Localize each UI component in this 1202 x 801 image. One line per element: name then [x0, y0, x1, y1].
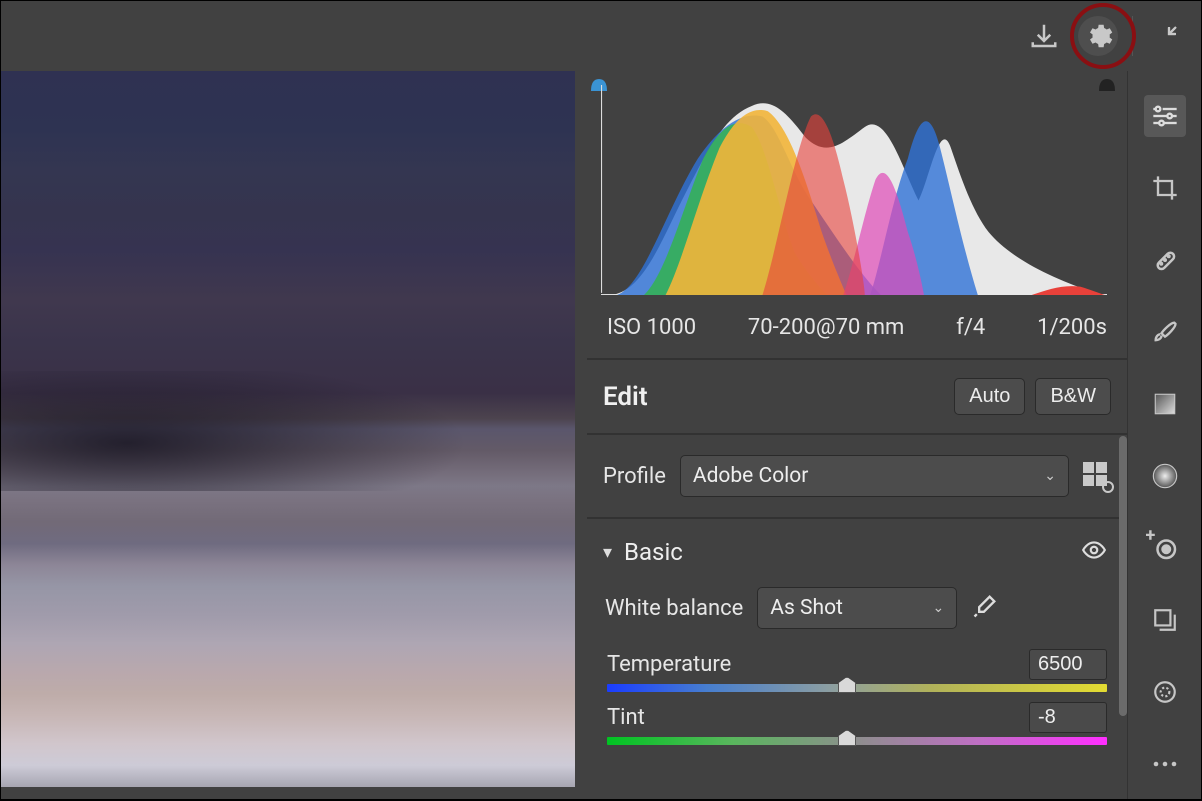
crop-tool-icon[interactable] [1144, 167, 1186, 209]
chevron-down-icon: ⌄ [933, 600, 945, 616]
tint-input[interactable] [1029, 702, 1107, 733]
basic-title: Basic [624, 538, 1069, 566]
profile-dropdown[interactable]: Adobe Color ⌄ [680, 455, 1069, 497]
snapshots-tool-icon[interactable] [1144, 671, 1186, 713]
meta-shutter: 1/200s [1037, 315, 1107, 340]
meta-iso: ISO 1000 [607, 315, 696, 340]
white-balance-label: White balance [605, 596, 743, 621]
profile-browser-icon[interactable] [1083, 462, 1111, 490]
profile-label: Profile [603, 464, 666, 489]
topbar [1, 1, 1201, 71]
tint-label: Tint [607, 705, 645, 730]
metadata-row: ISO 1000 70-200@70 mm f/4 1/200s [587, 303, 1127, 360]
edit-panel: ISO 1000 70-200@70 mm f/4 1/200s Edit Au… [575, 71, 1127, 799]
meta-lens: 70-200@70 mm [748, 315, 904, 340]
linear-gradient-tool-icon[interactable] [1144, 383, 1186, 425]
image-canvas[interactable] [1, 71, 575, 787]
tool-strip: + [1127, 71, 1201, 799]
panel-scrollbar[interactable] [1119, 436, 1127, 716]
edit-title: Edit [603, 382, 648, 412]
presets-tool-icon[interactable] [1144, 599, 1186, 641]
edit-header: Edit Auto B&W [587, 360, 1127, 435]
download-icon[interactable] [1024, 16, 1064, 56]
chevron-down-icon: ⌄ [1044, 468, 1056, 484]
temperature-slider[interactable]: Temperature [587, 639, 1127, 692]
basic-section-header[interactable]: ▾ Basic [587, 519, 1127, 577]
divider [1132, 16, 1133, 56]
profile-value: Adobe Color [693, 464, 809, 488]
more-icon[interactable] [1144, 743, 1186, 785]
radial-gradient-tool-icon[interactable] [1144, 455, 1186, 497]
auto-button[interactable]: Auto [954, 378, 1025, 415]
gear-icon[interactable] [1078, 16, 1118, 56]
temperature-label: Temperature [607, 652, 731, 677]
collapse-icon[interactable] [1147, 16, 1187, 56]
red-eye-tool-icon[interactable]: + [1144, 527, 1186, 569]
eye-icon[interactable] [1081, 537, 1107, 567]
edit-tool-icon[interactable] [1144, 95, 1186, 137]
histogram[interactable] [587, 73, 1121, 303]
tint-slider[interactable]: Tint [587, 692, 1127, 745]
bw-button[interactable]: B&W [1035, 378, 1111, 415]
white-balance-value: As Shot [770, 596, 843, 620]
healing-tool-icon[interactable] [1144, 239, 1186, 281]
temperature-input[interactable] [1029, 649, 1107, 680]
eyedropper-icon[interactable] [971, 592, 999, 624]
chevron-down-icon: ▾ [603, 542, 612, 563]
meta-aperture: f/4 [956, 315, 985, 340]
brush-tool-icon[interactable] [1144, 311, 1186, 353]
white-balance-dropdown[interactable]: As Shot ⌄ [757, 587, 957, 629]
